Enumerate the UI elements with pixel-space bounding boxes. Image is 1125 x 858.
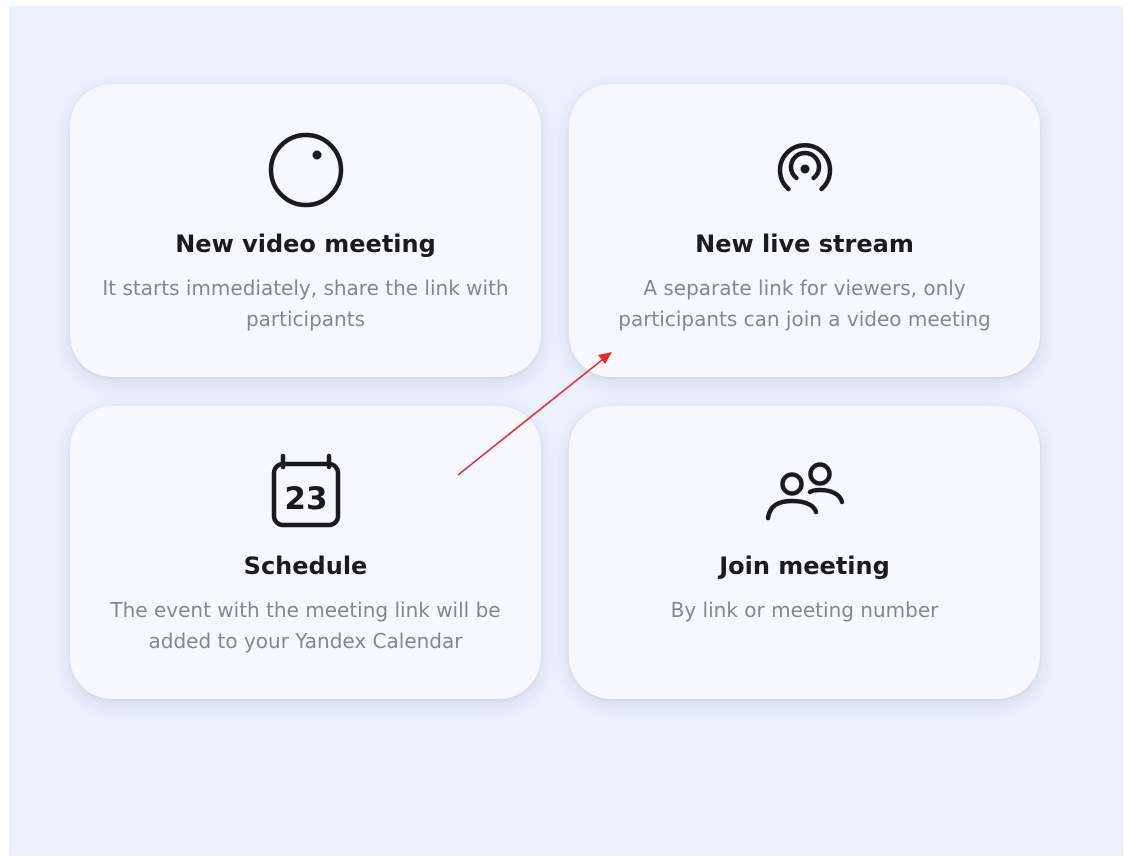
new-live-stream-card[interactable]: New live stream A separate link for view…	[569, 84, 1040, 377]
card-title: New live stream	[695, 230, 914, 258]
calendar-day-number: 23	[284, 481, 327, 517]
card-description: The event with the meeting link will be …	[110, 598, 501, 653]
new-video-meeting-card[interactable]: New video meeting It starts immediately,…	[70, 84, 541, 377]
card-title: New video meeting	[175, 230, 436, 258]
people-icon	[765, 452, 845, 532]
schedule-card[interactable]: 23 Schedule The event with the meeting l…	[70, 406, 541, 699]
card-description: A separate link for viewers, only partic…	[618, 276, 991, 331]
card-description: By link or meeting number	[670, 598, 939, 622]
circle-dot-icon	[266, 130, 346, 210]
card-title: Join meeting	[719, 552, 890, 580]
card-description: It starts immediately, share the link wi…	[102, 276, 509, 331]
calendar-icon: 23	[266, 452, 346, 532]
card-title: Schedule	[243, 552, 368, 580]
broadcast-icon	[765, 130, 845, 210]
join-meeting-card[interactable]: Join meeting By link or meeting number	[569, 406, 1040, 699]
options-panel: New video meeting It starts immediately,…	[9, 6, 1123, 856]
